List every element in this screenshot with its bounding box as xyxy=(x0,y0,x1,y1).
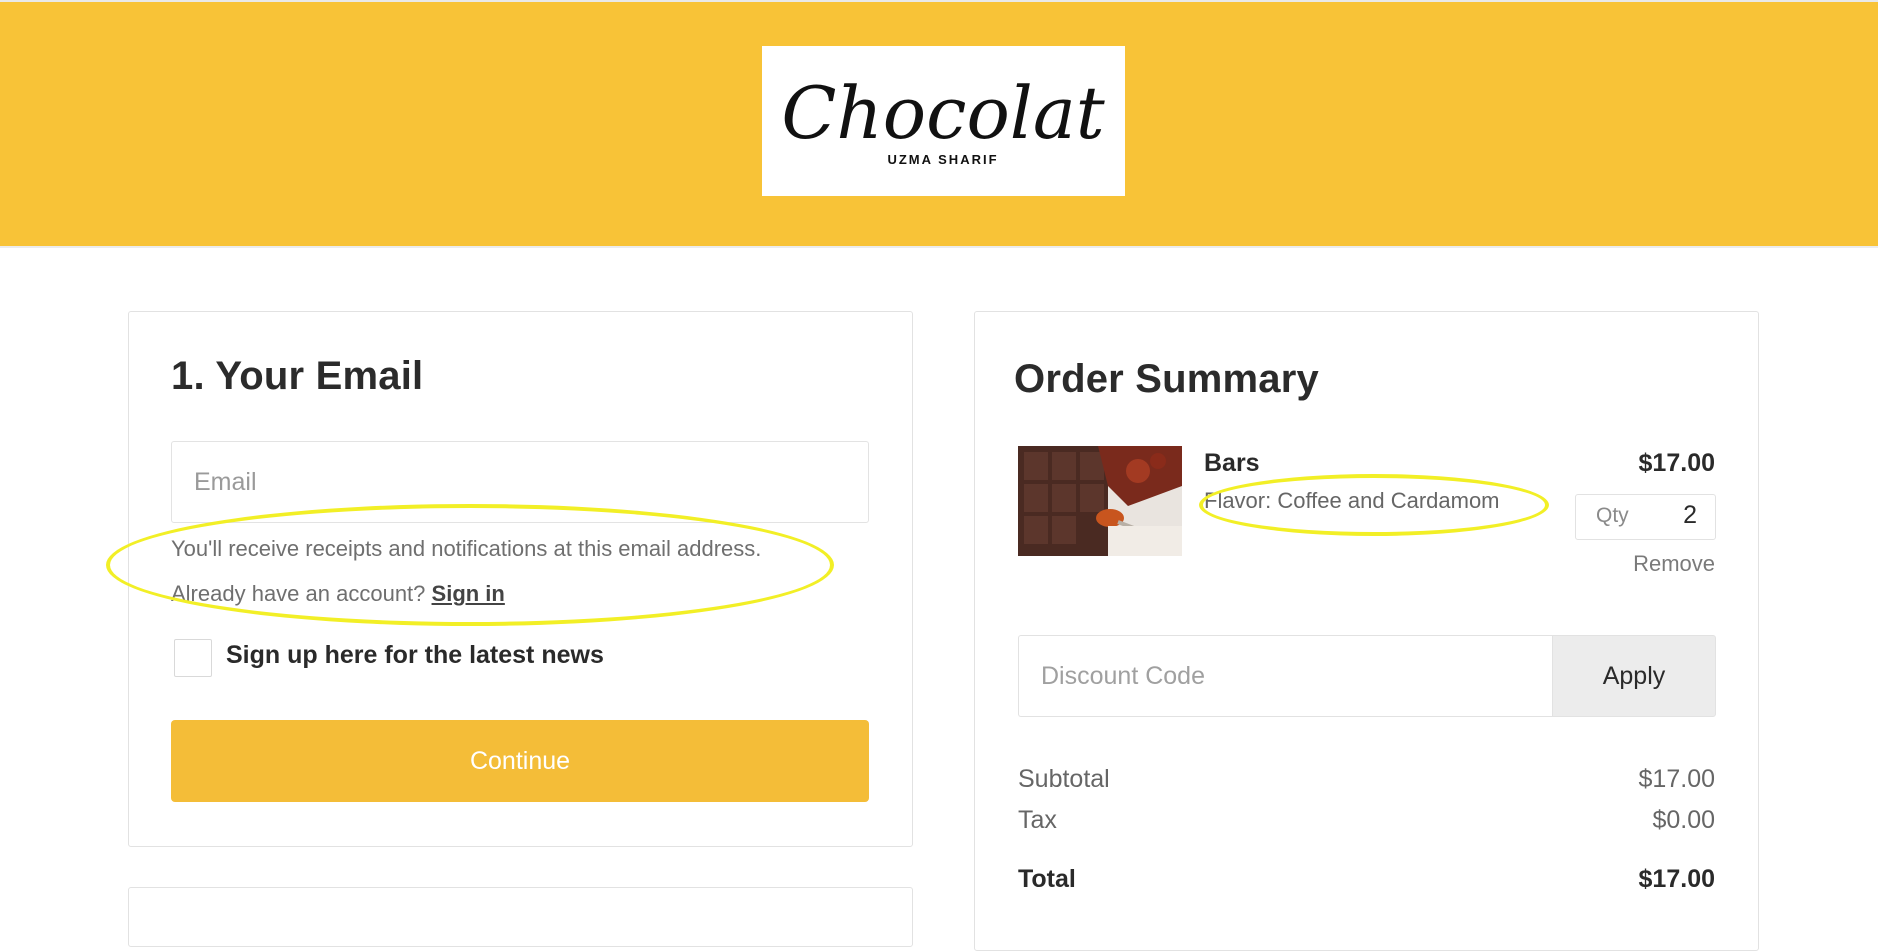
item-price: $17.00 xyxy=(1638,449,1715,477)
order-summary-card xyxy=(974,311,1759,951)
qty-value[interactable]: 2 xyxy=(1683,501,1697,530)
newsletter-checkbox[interactable] xyxy=(174,639,212,677)
sign-in-link[interactable]: Sign in xyxy=(432,581,505,606)
order-summary-title: Order Summary xyxy=(1014,357,1319,401)
account-prompt: Already have an account? xyxy=(171,581,426,606)
account-prompt-line: Already have an account? Sign in xyxy=(171,581,505,607)
tax-label: Tax xyxy=(1018,806,1057,834)
continue-button[interactable]: Continue xyxy=(171,720,869,802)
item-name: Bars xyxy=(1204,449,1260,477)
tax-value: $0.00 xyxy=(1652,806,1715,834)
product-image xyxy=(1018,446,1182,556)
item-flavor: Flavor: Coffee and Cardamom xyxy=(1204,488,1500,513)
chocolat-logo-mark: Chocolat UZMA SHARIF xyxy=(781,71,1105,167)
email-input[interactable] xyxy=(171,441,869,523)
svg-text:UZMA SHARIF: UZMA SHARIF xyxy=(887,152,998,167)
total-label: Total xyxy=(1018,865,1076,893)
apply-discount-button[interactable]: Apply xyxy=(1552,635,1716,717)
receipt-note: You'll receive receipts and notification… xyxy=(171,536,762,561)
brand-logo[interactable]: Chocolat UZMA SHARIF xyxy=(762,46,1125,196)
next-step-card xyxy=(128,887,913,947)
qty-label: Qty xyxy=(1596,504,1629,527)
site-header: Chocolat UZMA SHARIF xyxy=(0,0,1878,248)
discount-code-input[interactable] xyxy=(1018,635,1552,717)
quantity-field[interactable]: Qty 2 xyxy=(1575,494,1716,540)
email-section-title: 1. Your Email xyxy=(171,354,424,398)
subtotal-label: Subtotal xyxy=(1018,765,1110,793)
total-value: $17.00 xyxy=(1638,865,1715,893)
remove-item-link[interactable]: Remove xyxy=(1633,551,1715,577)
subtotal-value: $17.00 xyxy=(1638,765,1715,793)
newsletter-label[interactable]: Sign up here for the latest news xyxy=(226,641,604,670)
svg-text:Chocolat: Chocolat xyxy=(781,71,1105,155)
